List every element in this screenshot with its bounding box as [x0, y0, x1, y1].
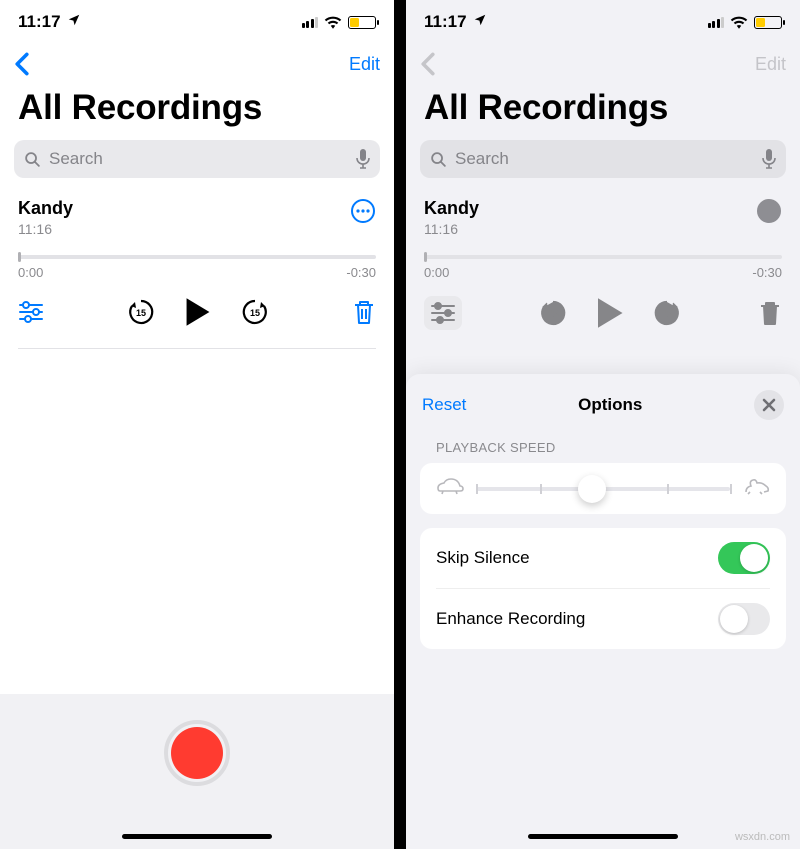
skip-silence-row: Skip Silence	[436, 528, 770, 588]
recording-title: Kandy	[18, 198, 73, 219]
speed-slider[interactable]	[476, 487, 730, 491]
time-remaining: -0:30	[752, 265, 782, 280]
nav-bar: Edit	[0, 44, 394, 84]
mic-icon[interactable]	[356, 149, 370, 169]
options-button[interactable]	[424, 296, 462, 330]
watermark: wsxdn.com	[735, 831, 790, 843]
recording-title: Kandy	[424, 198, 479, 219]
mic-icon[interactable]	[762, 149, 776, 169]
turtle-icon	[436, 477, 464, 500]
time-remaining: -0:30	[346, 265, 376, 280]
back-button[interactable]	[420, 52, 436, 76]
play-button[interactable]	[184, 296, 212, 328]
playback-scrubber[interactable]	[424, 255, 782, 259]
status-bar: 11:17	[0, 0, 394, 44]
play-button[interactable]	[596, 297, 624, 329]
rabbit-icon	[742, 477, 770, 500]
location-icon	[67, 12, 81, 32]
close-button[interactable]	[754, 390, 784, 420]
edit-button[interactable]: Edit	[349, 54, 380, 75]
page-title: All Recordings	[0, 84, 394, 136]
more-button[interactable]	[350, 198, 376, 224]
delete-button[interactable]	[758, 300, 782, 326]
screen-right: 11:17 Edit All Recordings Search	[406, 0, 800, 849]
divider	[18, 348, 376, 349]
wifi-icon	[730, 15, 748, 29]
enhance-recording-label: Enhance Recording	[436, 609, 585, 629]
nav-bar: Edit	[406, 44, 800, 84]
record-dock	[0, 694, 394, 849]
search-icon	[24, 151, 41, 168]
forward-15-button[interactable]: 15	[652, 298, 682, 328]
svg-text:15: 15	[136, 308, 146, 318]
page-title: All Recordings	[406, 84, 800, 136]
cellular-signal-icon	[708, 17, 725, 28]
search-icon	[430, 151, 447, 168]
recording-item[interactable]: Kandy 11:16 0:00 -0:30	[406, 188, 800, 344]
search-input[interactable]: Search	[420, 140, 786, 178]
toggles-card: Skip Silence Enhance Recording	[420, 528, 786, 649]
rewind-15-button[interactable]: 15	[126, 297, 156, 327]
wifi-icon	[324, 15, 342, 29]
svg-text:15: 15	[250, 308, 260, 318]
search-input[interactable]: Search	[14, 140, 380, 178]
time-elapsed: 0:00	[424, 265, 449, 280]
search-placeholder: Search	[455, 149, 754, 169]
rewind-15-button[interactable]: 15	[538, 298, 568, 328]
screen-left: 11:17 Edit All Recordings Search	[0, 0, 394, 849]
sheet-title: Options	[578, 395, 642, 415]
record-button[interactable]	[164, 720, 230, 786]
back-button[interactable]	[14, 52, 30, 76]
skip-silence-label: Skip Silence	[436, 548, 530, 568]
enhance-recording-toggle[interactable]	[718, 603, 770, 635]
playback-scrubber[interactable]	[18, 255, 376, 259]
screenshot-divider	[394, 0, 406, 849]
delete-button[interactable]	[352, 299, 376, 325]
section-label: PLAYBACK SPEED	[406, 434, 800, 463]
playback-controls: 15 15	[424, 280, 782, 344]
status-time: 11:17	[18, 12, 61, 32]
battery-icon	[754, 16, 782, 29]
svg-text:15: 15	[548, 309, 558, 319]
slider-knob[interactable]	[578, 475, 606, 503]
recording-item[interactable]: Kandy 11:16 0:00 -0:30	[0, 188, 394, 349]
more-button[interactable]	[756, 198, 782, 224]
search-placeholder: Search	[49, 149, 348, 169]
recording-time: 11:16	[424, 221, 479, 237]
home-indicator[interactable]	[528, 834, 678, 839]
home-indicator[interactable]	[122, 834, 272, 839]
status-bar: 11:17	[406, 0, 800, 44]
edit-button[interactable]: Edit	[755, 54, 786, 75]
skip-silence-toggle[interactable]	[718, 542, 770, 574]
reset-button[interactable]: Reset	[422, 395, 466, 415]
options-sheet: Reset Options PLAYBACK SPEED	[406, 374, 800, 849]
enhance-recording-row: Enhance Recording	[436, 588, 770, 649]
cellular-signal-icon	[302, 17, 319, 28]
time-elapsed: 0:00	[18, 265, 43, 280]
options-button[interactable]	[18, 301, 44, 323]
status-time: 11:17	[424, 12, 467, 32]
recording-time: 11:16	[18, 221, 73, 237]
location-icon	[473, 12, 487, 32]
playback-speed-card	[420, 463, 786, 514]
playback-controls: 15 15	[18, 280, 376, 342]
forward-15-button[interactable]: 15	[240, 297, 270, 327]
svg-text:15: 15	[662, 309, 672, 319]
battery-icon	[348, 16, 376, 29]
